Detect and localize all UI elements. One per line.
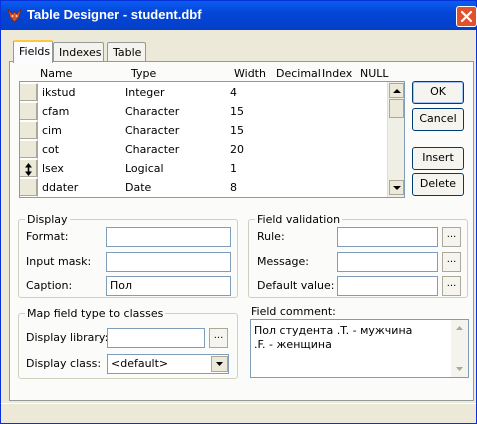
column-header-null: NULL [360,67,389,80]
status-bar [1,403,476,423]
field-width-cell: 8 [230,181,237,194]
display-library-input[interactable] [107,328,205,348]
scroll-up-button[interactable] [389,83,404,98]
rule-input[interactable] [337,227,438,247]
table-row[interactable]: cfam Character 15 [20,102,386,121]
close-button[interactable] [456,6,477,27]
chevron-down-icon [216,362,223,366]
scroll-thumb[interactable] [389,99,404,118]
message-label: Message: [257,255,309,268]
fox-icon [7,8,22,23]
field-name-cell: lsex [42,162,64,175]
arrow-down-icon [393,186,401,190]
arrow-down-icon[interactable] [451,362,468,376]
row-selector[interactable] [20,178,38,197]
rule-builder-button[interactable]: ... [442,227,461,247]
tab-table-label: Table [113,46,142,59]
field-validation-legend: Field validation [257,213,341,226]
field-comment-label: Field comment: [251,305,336,318]
ok-button-label: OK [430,85,446,98]
field-name-cell: cot [42,143,60,156]
cancel-button-label: Cancel [419,112,457,125]
move-updown-icon[interactable] [20,160,37,179]
field-type-cell: Integer [125,86,165,99]
field-name-cell: cfam [42,105,70,118]
display-class-label: Display class: [26,357,102,370]
field-width-cell: 15 [230,124,244,137]
field-type-cell: Date [125,181,152,194]
tab-fields[interactable]: Fields [13,40,53,63]
field-width-cell: 1 [230,162,237,175]
format-label: Format: [26,230,69,243]
default-value-label: Default value: [257,279,335,292]
grid-vertical-scrollbar[interactable] [387,82,404,197]
column-header-type: Type [131,67,157,80]
fields-grid[interactable]: ikstud Integer 4 cfam Character 15 cim C… [19,81,405,198]
table-row[interactable]: ikstud Integer 4 [20,83,386,102]
scroll-down-button[interactable] [389,180,404,195]
table-row-current[interactable]: lsex Logical 1 [20,159,386,178]
insert-button[interactable]: Insert [412,147,464,170]
tab-indexes[interactable]: Indexes [53,42,104,62]
tab-fields-label: Fields [19,45,51,58]
map-field-type-legend: Map field type to classes [27,307,164,320]
table-row[interactable]: ddater Date 8 [20,178,386,197]
field-type-cell: Character [125,124,180,137]
row-selector[interactable] [20,83,38,102]
display-library-builder-button[interactable]: ... [209,328,228,348]
field-name-cell: ikstud [42,86,76,99]
field-name-cell: cim [42,124,62,137]
table-row[interactable]: cot Character 20 [20,140,386,159]
field-type-cell: Logical [125,162,164,175]
close-icon [460,10,473,23]
delete-button-label: Delete [419,177,457,190]
field-width-cell: 15 [230,105,244,118]
cancel-button[interactable]: Cancel [412,108,464,131]
display-library-label: Display library: [26,331,109,344]
title-bar[interactable]: Table Designer - student.dbf [1,1,477,30]
table-designer-window: Table Designer - student.dbf Fields Inde… [0,0,477,424]
display-class-value: <default> [111,357,169,370]
column-header-index: Index [322,67,353,80]
row-selector[interactable] [20,140,38,159]
arrow-up-icon[interactable] [451,321,468,335]
row-selector[interactable] [20,159,38,178]
comment-scrollbar[interactable] [451,320,468,377]
field-type-cell: Character [125,105,180,118]
input-mask-label: Input mask: [26,255,92,268]
arrow-up-icon [393,89,401,93]
default-value-input[interactable] [337,276,438,296]
column-header-name: Name [40,67,73,80]
row-selector[interactable] [20,121,38,140]
table-row[interactable]: cim Character 15 [20,121,386,140]
column-header-width: Width [234,67,266,80]
message-builder-button[interactable]: ... [442,252,461,272]
rule-label: Rule: [257,230,285,243]
field-name-cell: ddater [42,181,79,194]
caption-label: Caption: [26,279,73,292]
tab-indexes-label: Indexes [59,46,102,59]
comment-line-1: Пол студента .T. - мужчина [254,324,413,337]
field-width-cell: 20 [230,143,244,156]
column-header-decimal: Decimal [276,67,321,80]
message-input[interactable] [337,252,438,272]
delete-button[interactable]: Delete [412,173,464,196]
default-value-builder-button[interactable]: ... [442,276,461,296]
row-selector[interactable] [20,102,38,121]
field-width-cell: 4 [230,86,237,99]
ok-button[interactable]: OK [412,81,464,104]
caption-input[interactable]: Пол [106,276,231,296]
tab-table[interactable]: Table [107,42,146,62]
format-input[interactable] [106,227,231,247]
input-mask-input[interactable] [106,252,231,272]
display-legend: Display [27,213,68,226]
field-type-cell: Character [125,143,180,156]
display-class-dropdown-button[interactable] [211,356,228,372]
window-title: Table Designer - student.dbf [27,7,202,22]
insert-button-label: Insert [422,151,454,164]
comment-line-2: .F. - женщина [254,338,332,351]
field-comment-textarea[interactable]: Пол студента .T. - мужчина .F. - женщина [250,319,469,378]
